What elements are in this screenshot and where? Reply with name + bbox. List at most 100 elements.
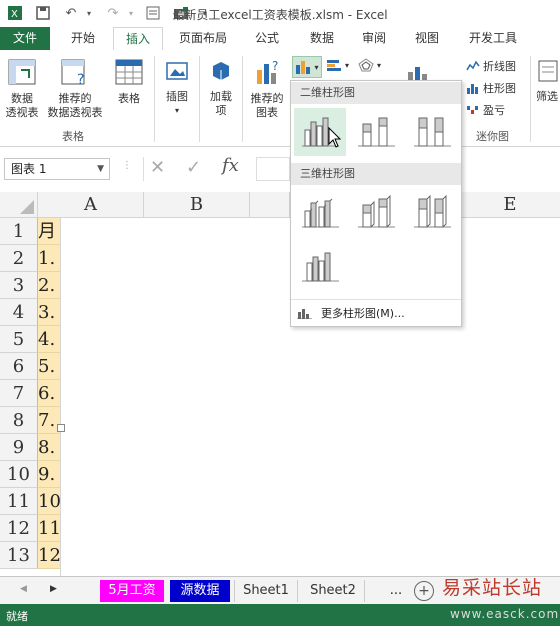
row-header[interactable]: 7 xyxy=(0,380,38,407)
sheet-tab-label: 5月工资 xyxy=(108,583,156,598)
cell-a[interactable]: 10 xyxy=(38,488,60,515)
sheet-tab-may-salary[interactable]: 5月工资 xyxy=(100,580,164,602)
percent-stacked-column-option[interactable] xyxy=(406,108,458,156)
column-header-e[interactable]: E xyxy=(460,192,560,218)
row-header[interactable]: 11 xyxy=(0,488,38,515)
pivot-table-button[interactable]: 数据 透视表 xyxy=(2,58,42,120)
table-icon xyxy=(110,58,148,90)
title-bar: X ↶ ▾ ↷ ▾ ▾ 最新员工excel工资表模板.xlsm - Excel xyxy=(0,0,560,27)
sparkline-line-button[interactable]: 折线图 xyxy=(466,58,516,74)
new-sheet-icon[interactable]: + xyxy=(414,581,434,601)
tab-formulas[interactable]: 公式 xyxy=(243,27,291,50)
filter-button[interactable]: 筛选 xyxy=(534,58,560,104)
sheet-tab-sheet1[interactable]: Sheet1 xyxy=(234,580,298,602)
cell-a[interactable]: 2. xyxy=(38,272,60,299)
column-header-a[interactable]: A xyxy=(38,192,144,218)
illustrations-label: 插图 xyxy=(166,90,188,103)
column-chart-dropdown-icon: ▾ xyxy=(314,62,319,72)
row-header[interactable]: 4 xyxy=(0,299,38,326)
sheet-tab-sheet2[interactable]: Sheet2 xyxy=(302,580,365,602)
3d-stacked-column-option[interactable] xyxy=(350,189,402,237)
tab-data[interactable]: 数据 xyxy=(298,27,346,50)
select-all-corner[interactable] xyxy=(0,192,38,218)
table-button[interactable]: 表格 xyxy=(110,58,148,106)
group-tables-label: 表格 xyxy=(62,130,84,143)
sheet-tab-label: Sheet1 xyxy=(243,583,289,598)
3d-column-icon xyxy=(302,252,339,282)
name-box[interactable]: 图表 1 ▼ xyxy=(4,158,110,180)
column-header-b[interactable]: B xyxy=(144,192,250,218)
3d-column-option[interactable] xyxy=(294,243,346,291)
row-header[interactable]: 10 xyxy=(0,461,38,488)
sheet-tab-bar: ◀ ▶ 5月工资 源数据 Sheet1 Sheet2 ... + 易采站长站 xyxy=(0,576,560,605)
cell-a[interactable]: 5. xyxy=(38,353,60,380)
scroll-sheets-left-icon[interactable]: ◀ xyxy=(20,584,27,594)
more-sheets-button[interactable]: ... xyxy=(384,580,408,602)
3d-clustered-column-icon xyxy=(302,198,339,228)
column-header-c[interactable] xyxy=(250,192,290,218)
sparkline-winloss-label: 盈亏 xyxy=(483,104,505,117)
pivot-table-label-2: 透视表 xyxy=(5,106,39,119)
cell-a[interactable]: 8. xyxy=(38,434,60,461)
ribbon-separator xyxy=(242,56,243,142)
bar-chart-button[interactable]: ▾ xyxy=(326,58,349,72)
row-header[interactable]: 3 xyxy=(0,272,38,299)
clustered-column-option[interactable] xyxy=(294,108,346,156)
row-header[interactable]: 2 xyxy=(0,245,38,272)
insert-function-icon[interactable]: fx xyxy=(222,155,239,176)
formula-bar: 图表 1 ▼ ⋮ ✕ ✓ fx xyxy=(0,150,560,184)
cancel-icon[interactable]: ✕ xyxy=(150,157,165,178)
cell-a[interactable]: 4. xyxy=(38,326,60,353)
row-header[interactable]: 8 xyxy=(0,407,38,434)
tab-home[interactable]: 开始 xyxy=(58,27,108,50)
row-header[interactable]: 9 xyxy=(0,434,38,461)
cell-a[interactable]: 3. xyxy=(38,299,60,326)
addins-label-1: 加载 xyxy=(210,90,232,103)
3d-clustered-column-option[interactable] xyxy=(294,189,346,237)
clustered-column-icon xyxy=(302,117,341,148)
tab-review[interactable]: 审阅 xyxy=(350,27,398,50)
tab-insert[interactable]: 插入 xyxy=(113,27,163,51)
sparkline-column-button[interactable]: 柱形图 xyxy=(466,80,516,96)
formula-bar-grip-icon: ⋮ xyxy=(122,160,132,171)
row-header[interactable]: 13 xyxy=(0,542,38,569)
tab-developer[interactable]: 开发工具 xyxy=(458,27,528,50)
cell-a[interactable]: 9. xyxy=(38,461,60,488)
addins-button[interactable]: 加载 项 xyxy=(204,58,238,118)
stacked-column-option[interactable] xyxy=(350,108,402,156)
bar-chart-dropdown-icon: ▾ xyxy=(345,60,350,70)
row-header[interactable]: 6 xyxy=(0,353,38,380)
illustrations-button[interactable]: 插图 ▾ xyxy=(160,58,194,118)
row-header[interactable]: 5 xyxy=(0,326,38,353)
worksheet-grid[interactable]: A B E 1 月 2 1. 3 2. 4 3. 5 4. 6 5. 7 6. 8 7. 9 8. 10 9. 11 10… xyxy=(0,192,560,576)
recommended-charts-button[interactable]: ? 推荐的 图表 xyxy=(246,58,288,120)
row-header[interactable]: 12 xyxy=(0,515,38,542)
column-chart-dropdown: 二维柱形图 三维柱形图 更多柱形图(M)... xyxy=(290,80,462,327)
section-3d-column: 三维柱形图 xyxy=(291,163,461,185)
radar-chart-button[interactable]: ▾ xyxy=(358,58,381,72)
cell-a[interactable]: 月 xyxy=(38,218,60,245)
more-column-charts-option[interactable]: 更多柱形图(M)... xyxy=(291,303,461,323)
dropdown-divider xyxy=(291,299,461,300)
cell-a[interactable]: 6. xyxy=(38,380,60,407)
recommended-pivot-button[interactable]: ? 推荐的 数据透视表 xyxy=(44,58,106,120)
row-header[interactable]: 1 xyxy=(0,218,38,245)
tab-file[interactable]: 文件 xyxy=(0,27,50,50)
column-chart-button[interactable]: ▾ xyxy=(292,56,322,78)
tab-page-layout[interactable]: 页面布局 xyxy=(170,27,236,50)
enter-icon[interactable]: ✓ xyxy=(186,157,201,178)
cell-a[interactable]: 1. xyxy=(38,245,60,272)
scroll-sheets-right-icon[interactable]: ▶ xyxy=(50,584,57,594)
recommended-charts-label-1: 推荐的 xyxy=(250,92,284,105)
name-box-dropdown-icon[interactable]: ▼ xyxy=(97,159,104,179)
formula-input[interactable] xyxy=(256,157,290,181)
tab-view[interactable]: 视图 xyxy=(403,27,451,50)
sparkline-winloss-button[interactable]: 盈亏 xyxy=(466,102,505,118)
sheet-tab-source-data[interactable]: 源数据 xyxy=(170,580,230,602)
chart-resize-handle[interactable] xyxy=(57,424,65,432)
filter-label: 筛选 xyxy=(536,90,558,103)
cell-a[interactable]: 11 xyxy=(38,515,60,542)
status-ready: 就绪 xyxy=(6,610,28,623)
cell-a[interactable]: 12 xyxy=(38,542,60,569)
3d-percent-stacked-column-option[interactable] xyxy=(406,189,458,237)
